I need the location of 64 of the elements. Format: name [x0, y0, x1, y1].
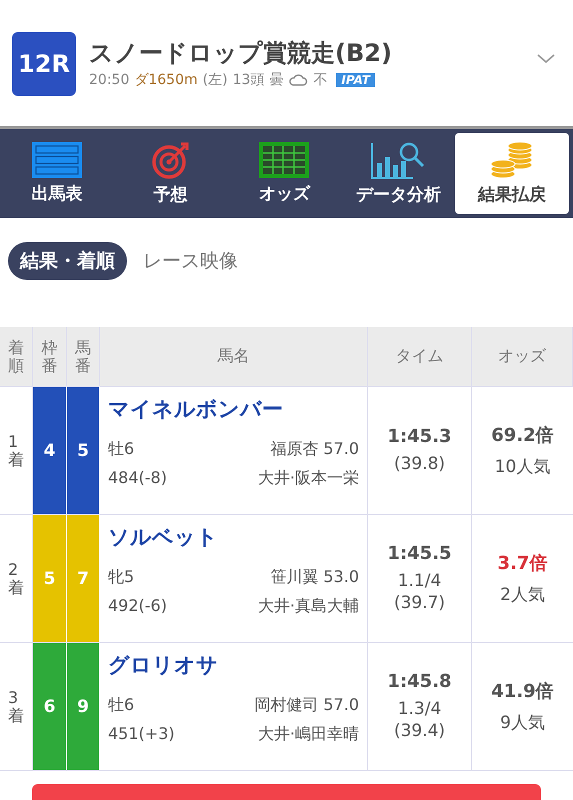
chevron-down-icon[interactable] — [537, 54, 555, 64]
trainer: 大井·阪本一栄 — [258, 466, 359, 489]
horse-number: 7 — [67, 514, 100, 642]
weather-text: 曇 — [269, 71, 284, 90]
nav-tab[interactable]: 予想 — [114, 133, 228, 214]
ipat-badge: IPAT — [336, 73, 375, 88]
horse-name-link[interactable]: マイネルボンバー — [108, 395, 283, 423]
race-number-badge: 12R — [12, 32, 76, 96]
finish-time: 1:45.3 — [387, 426, 452, 447]
horse-number: 5 — [67, 386, 100, 514]
table-grid-icon — [259, 142, 310, 178]
coins-icon — [490, 141, 534, 179]
frame-number: 6 — [33, 642, 67, 770]
sex-age: 牡6 — [108, 694, 134, 716]
column-header: タイム — [368, 327, 472, 386]
jockey-weight: 岡村健司 57.0 — [254, 694, 359, 716]
horse-number: 9 — [67, 642, 100, 770]
horse-name-link[interactable]: ソルベット — [108, 523, 218, 551]
result-tab[interactable]: レース映像 — [139, 242, 242, 280]
nav-tab[interactable]: オッズ — [228, 133, 342, 214]
cloud-icon — [288, 73, 308, 88]
column-header: 馬名 — [100, 327, 368, 386]
trainer: 大井·嶋田幸晴 — [258, 722, 359, 745]
nav-tab[interactable]: データ分析 — [341, 133, 456, 214]
body-weight: 484(-8) — [108, 466, 167, 489]
finish-time: 1:45.5 — [387, 542, 452, 564]
nav-tab[interactable]: 出馬表 — [0, 133, 114, 214]
trainer: 大井·真島大輔 — [258, 594, 359, 617]
body-weight: 451(+3) — [108, 722, 175, 745]
popularity: 10人気 — [494, 456, 550, 478]
finish-time: 1:45.8 — [387, 670, 452, 692]
post-time: 20:50 — [89, 72, 130, 88]
margin: 1.1/4 — [398, 570, 442, 592]
column-header: 馬番 — [67, 327, 100, 386]
runner-count: 13頭 — [232, 71, 264, 90]
sex-age: 牝5 — [108, 566, 134, 588]
frame-number: 4 — [33, 386, 67, 514]
column-header: 枠番 — [33, 327, 67, 386]
list-icon — [32, 142, 82, 178]
target-icon — [152, 141, 190, 179]
race-title: スノードロップ賞競走(B2) — [89, 38, 393, 68]
last-3f-time: (39.7) — [394, 592, 446, 614]
win-odds: 69.2倍 — [491, 424, 554, 447]
course-distance: ダ1650m — [134, 71, 198, 90]
horse-name-link[interactable]: グロリオサ — [108, 651, 218, 679]
body-weight: 492(-6) — [108, 594, 167, 617]
course-direction: (左) — [202, 71, 228, 90]
frame-number: 5 — [33, 514, 67, 642]
track-condition: 不 — [313, 71, 328, 90]
sex-age: 牡6 — [108, 438, 134, 460]
jockey-weight: 福原杏 57.0 — [270, 438, 359, 460]
last-3f-time: (39.8) — [394, 452, 446, 476]
last-3f-time: (39.4) — [394, 720, 446, 742]
margin: 1.3/4 — [398, 698, 442, 720]
win-odds: 41.9倍 — [491, 680, 554, 703]
win-odds: 3.7倍 — [498, 552, 548, 575]
popularity: 9人気 — [500, 712, 545, 734]
chart-search-icon — [371, 141, 426, 179]
column-header: オッズ — [472, 327, 573, 386]
column-header: 着順 — [0, 327, 33, 386]
result-tab[interactable]: 結果・着順 — [8, 242, 127, 280]
popularity: 2人気 — [500, 584, 545, 606]
nav-tab[interactable]: 結果払戻 — [455, 133, 569, 214]
jockey-weight: 笹川翼 53.0 — [270, 566, 359, 588]
